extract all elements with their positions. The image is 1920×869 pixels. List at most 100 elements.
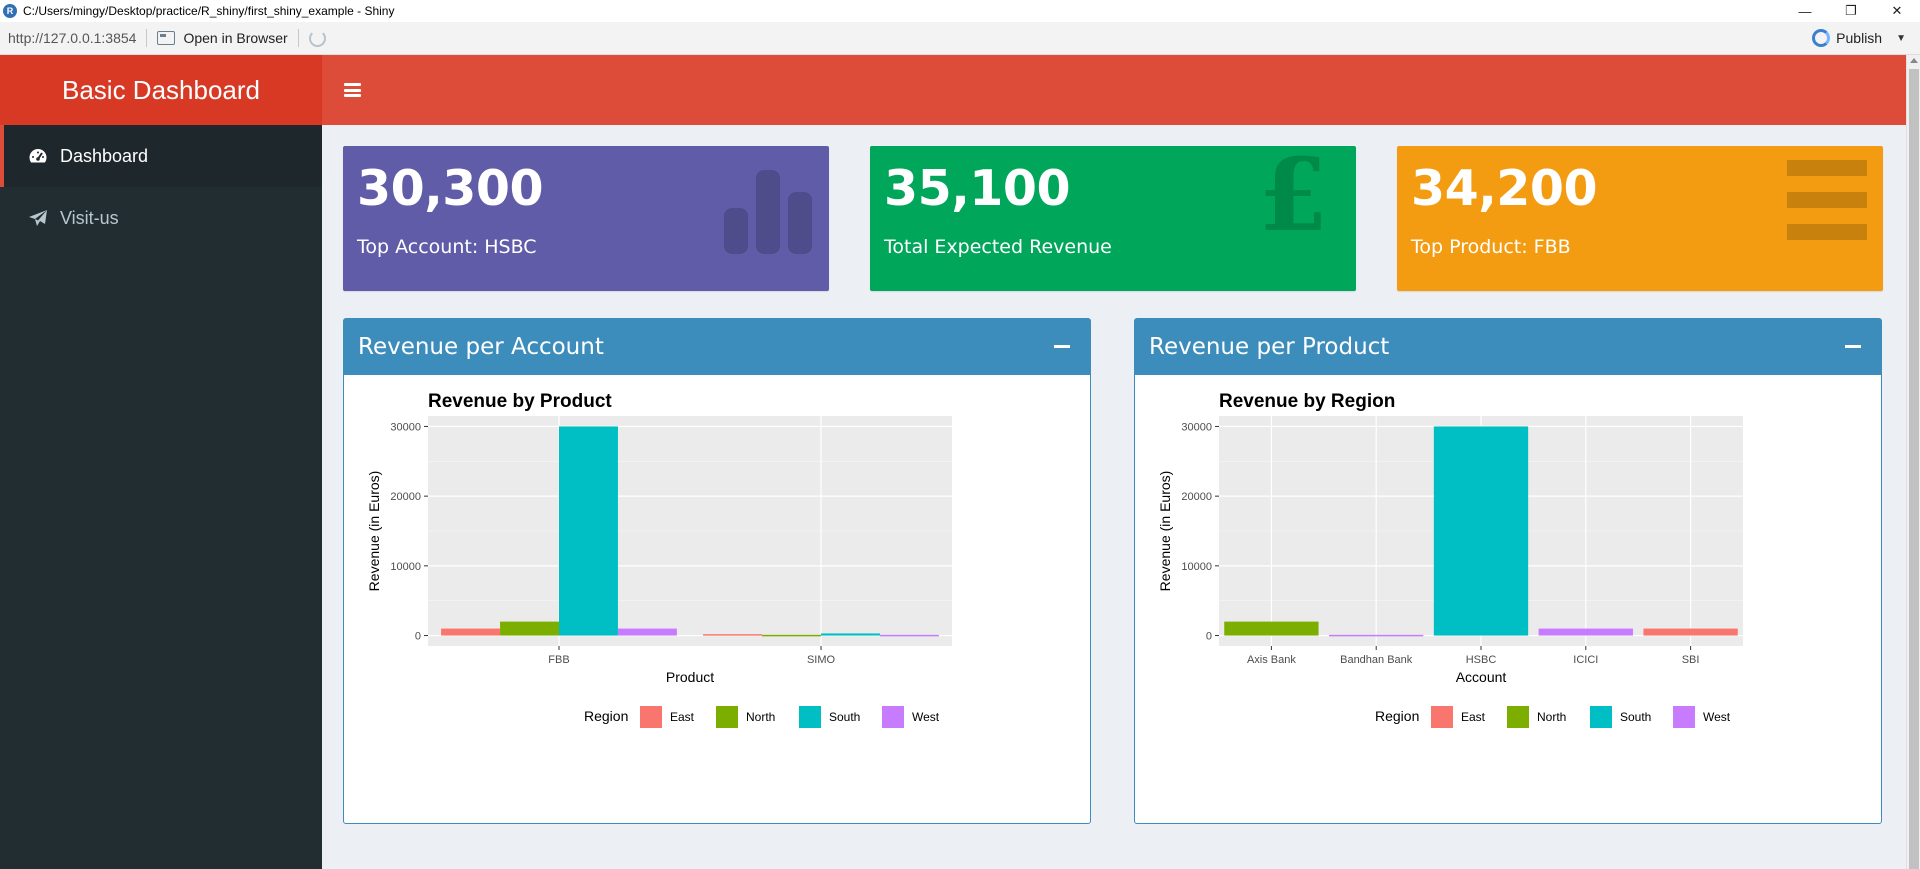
collapse-minus-icon[interactable] xyxy=(1845,345,1861,348)
bar-chart-icon xyxy=(720,158,815,263)
legend-label: South xyxy=(829,710,860,724)
legend-key xyxy=(882,706,904,728)
legend-key xyxy=(1673,706,1695,728)
restore-button[interactable]: ❐ xyxy=(1828,0,1874,22)
sidebar-item-label: Visit-us xyxy=(60,207,119,228)
value-box-value: 35,100 xyxy=(884,160,1071,217)
bar xyxy=(559,426,618,636)
bar xyxy=(441,628,501,636)
legend-key xyxy=(799,706,821,728)
bar xyxy=(762,634,821,637)
value-box-subtitle: Top Account: HSBC xyxy=(357,236,537,258)
x-tick-label: HSBC xyxy=(1466,654,1497,666)
legend-label: South xyxy=(1620,710,1651,724)
bar xyxy=(821,633,880,636)
bar xyxy=(1643,628,1738,636)
dashboard-logo[interactable]: Basic Dashboard xyxy=(0,55,322,125)
toolbar-separator xyxy=(146,29,148,47)
sidebar: Dashboard Visit-us xyxy=(0,125,322,869)
close-button[interactable]: ✕ xyxy=(1874,0,1920,22)
revenue-by-product-chart: Revenue by Product 0 10000 20000 30000 FBB SIM… xyxy=(366,391,952,728)
value-box-value: 34,200 xyxy=(1411,160,1598,217)
legend-label: West xyxy=(1703,710,1731,724)
y-tick-label: 10000 xyxy=(390,561,421,573)
bar xyxy=(1224,621,1319,636)
collapse-minus-icon[interactable] xyxy=(1054,345,1070,348)
scroll-up-arrow-icon[interactable] xyxy=(1910,58,1918,63)
x-axis-label: Product xyxy=(666,669,714,685)
refresh-icon[interactable] xyxy=(308,29,326,47)
box-revenue-per-product: Revenue per Product Revenue by Region 0 10… xyxy=(1134,318,1882,824)
bar xyxy=(703,634,763,636)
y-tick-label: 0 xyxy=(1206,631,1212,643)
legend-label: North xyxy=(746,710,775,724)
y-tick-label: 30000 xyxy=(390,421,421,433)
x-tick-label: SIMO xyxy=(807,654,836,666)
bar xyxy=(617,628,677,636)
legend-label: North xyxy=(1537,710,1566,724)
vertical-scrollbar[interactable] xyxy=(1906,55,1920,869)
open-in-browser-label: Open in Browser xyxy=(183,30,288,46)
y-axis-label: Revenue (in Euros) xyxy=(366,471,382,592)
publish-icon xyxy=(1812,29,1831,47)
url-display: http://127.0.0.1:3854 xyxy=(8,30,137,46)
x-tick-label: FBB xyxy=(548,654,569,666)
legend-label: East xyxy=(1461,710,1486,724)
sidebar-toggle-icon[interactable] xyxy=(344,83,361,97)
box-title: Revenue per Product xyxy=(1149,334,1390,360)
open-in-browser-button[interactable]: Open in Browser xyxy=(157,30,288,46)
value-box-total-revenue: 35,100 Total Expected Revenue £ xyxy=(870,146,1356,291)
legend-key xyxy=(1507,706,1529,728)
legend-key xyxy=(640,706,662,728)
value-box-subtitle: Top Product: FBB xyxy=(1411,236,1571,258)
legend-label: East xyxy=(670,710,695,724)
top-navbar xyxy=(322,55,1906,125)
y-tick-label: 20000 xyxy=(1181,491,1212,503)
value-box-subtitle: Total Expected Revenue xyxy=(884,236,1112,258)
sidebar-item-visit-us[interactable]: Visit-us xyxy=(0,187,322,249)
box-header: Revenue per Product xyxy=(1135,319,1881,375)
legend-key xyxy=(1590,706,1612,728)
bar xyxy=(1538,628,1633,636)
y-tick-label: 20000 xyxy=(390,491,421,503)
rstudio-icon: R xyxy=(3,4,17,18)
box-header: Revenue per Account xyxy=(344,319,1090,375)
value-box-top-product: 34,200 Top Product: FBB xyxy=(1397,146,1883,291)
legend-key xyxy=(716,706,738,728)
bar xyxy=(1329,634,1424,637)
x-tick-label: ICICI xyxy=(1573,654,1598,666)
y-tick-label: 0 xyxy=(415,631,421,643)
y-tick-label: 10000 xyxy=(1181,561,1212,573)
box-title: Revenue per Account xyxy=(358,334,604,360)
publish-button[interactable]: Publish ▼ xyxy=(1812,29,1906,47)
x-tick-label: Bandhan Bank xyxy=(1340,654,1413,666)
pound-sign-icon: £ xyxy=(1258,146,1328,254)
publish-label: Publish xyxy=(1836,30,1883,46)
y-axis-label: Revenue (in Euros) xyxy=(1157,471,1173,592)
chevron-down-icon[interactable]: ▼ xyxy=(1896,33,1906,44)
chart-title: Revenue by Product xyxy=(428,391,612,412)
revenue-by-region-chart: Revenue by Region 0 10000 20000 30000 Axis Ba… xyxy=(1157,391,1743,728)
sidebar-item-dashboard[interactable]: Dashboard xyxy=(0,125,322,187)
legend-label: West xyxy=(912,710,940,724)
menu-icon xyxy=(1785,158,1869,249)
paper-plane-icon xyxy=(26,209,50,227)
legend-title: Region xyxy=(584,708,628,724)
scrollbar-thumb[interactable] xyxy=(1909,69,1919,869)
browser-window-icon xyxy=(157,31,176,45)
value-box-value: 30,300 xyxy=(357,160,544,217)
window-controls: — ❐ ✕ xyxy=(1782,0,1920,22)
x-tick-label: Axis Bank xyxy=(1247,654,1296,666)
window-title: C:/Users/mingy/Desktop/practice/R_shiny/… xyxy=(23,4,395,18)
x-axis-label: Account xyxy=(1456,669,1507,685)
y-tick-label: 30000 xyxy=(1181,421,1212,433)
window-titlebar: R C:/Users/mingy/Desktop/practice/R_shin… xyxy=(0,0,1920,22)
x-tick-label: SBI xyxy=(1682,654,1700,666)
chart-title: Revenue by Region xyxy=(1219,391,1395,412)
value-box-top-account: 30,300 Top Account: HSBC xyxy=(343,146,829,291)
minimize-button[interactable]: — xyxy=(1782,0,1828,22)
bar xyxy=(1433,426,1529,636)
dashboard-icon xyxy=(26,147,50,165)
bar xyxy=(879,634,939,637)
toolbar-separator xyxy=(297,29,299,47)
